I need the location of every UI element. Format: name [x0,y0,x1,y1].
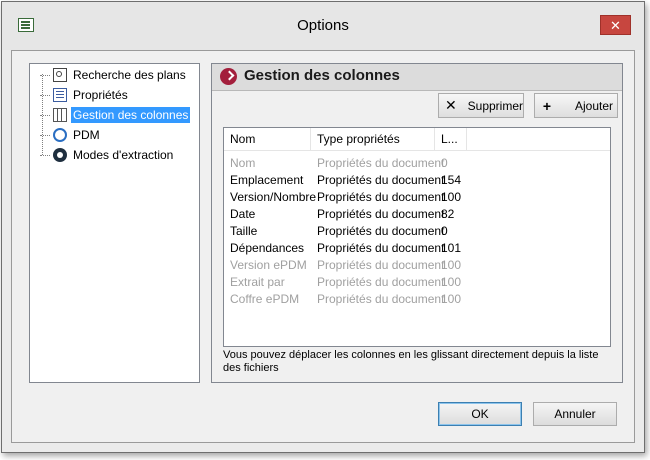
table-row[interactable]: Taille Propriétés du document 0 [224,223,610,240]
add-icon: + [542,97,552,114]
window-title: Options [297,17,349,34]
row-largeur: 101 [441,241,462,255]
pdm-icon [53,128,67,142]
row-nom: Coffre ePDM [230,292,300,306]
chevron-right-icon [220,68,237,85]
tree-item-proprietes[interactable]: Propriétés [40,86,130,104]
title-bar[interactable]: Options ✕ [2,2,644,50]
delete-column-button[interactable]: ✕ Supprimer [438,93,524,118]
tree-item-label: Recherche des plans [73,68,186,82]
row-nom: Taille [230,224,258,238]
row-type: Propriétés du document [317,241,445,255]
row-largeur: 100 [441,258,462,272]
delete-icon: ✕ [444,97,457,113]
row-largeur: 82 [441,207,455,221]
close-button[interactable]: ✕ [600,15,631,35]
dialog-client: Recherche des plans Propriétés Gestion d… [11,50,635,443]
row-type: Propriétés du document [317,207,445,221]
table-row[interactable]: Coffre ePDM Propriétés du document 100 [224,291,610,308]
row-largeur: 0 [441,224,448,238]
panel-title: Gestion des colonnes [244,67,400,84]
row-largeur: 100 [441,190,462,204]
column-header-type[interactable]: Type propriétés [311,128,435,150]
row-nom: Extrait par [230,275,285,289]
tree-item-gestion-des-colonnes[interactable]: Gestion des colonnes [40,106,191,124]
cancel-button[interactable]: Annuler [533,402,617,426]
tree-item-label: Modes d'extraction [73,148,174,162]
table-row[interactable]: Dépendances Propriétés du document 101 [224,240,610,257]
columns-icon [53,108,67,122]
tree-item-pdm[interactable]: PDM [40,126,102,144]
row-nom: Emplacement [230,173,304,187]
row-largeur: 0 [441,156,448,170]
row-largeur: 100 [441,275,462,289]
column-header-largeur[interactable]: L... [435,128,467,150]
row-nom: Nom [230,156,256,170]
tree-item-modes-extraction[interactable]: Modes d'extraction [40,146,175,164]
ok-button[interactable]: OK [438,402,522,426]
table-row[interactable]: Version ePDM Propriétés du document 100 [224,257,610,274]
row-type: Propriétés du document [317,292,445,306]
tree-item-label: Gestion des colonnes [71,107,191,123]
columns-list[interactable]: Nom Type propriétés L... Nom Propriétés d… [223,127,611,347]
search-plans-icon [53,68,67,82]
drag-hint-text: Vous pouvez déplacer les colonnes en les… [223,349,599,374]
add-column-button[interactable]: + Ajouter [534,93,618,118]
columns-panel: Gestion des colonnes ✕ Supprimer + Ajout… [211,63,623,383]
row-type: Propriétés du document [317,258,445,272]
row-type: Propriétés du document [317,173,445,187]
row-nom: Version/Nombre [230,190,317,204]
table-row[interactable]: Version/Nombre Propriétés du document 100 [224,189,610,206]
panel-header: Gestion des colonnes [212,64,622,91]
row-type: Propriétés du document [317,275,445,289]
row-nom: Date [230,207,256,221]
row-type: Propriétés du document [317,156,445,170]
row-type: Propriétés du document [317,224,445,238]
tree-item-label: Propriétés [73,88,128,102]
delete-button-label: Supprimer [467,98,523,113]
row-nom: Version ePDM [230,258,307,272]
properties-icon [53,88,67,102]
row-type: Propriétés du document [317,190,445,204]
tree-item-label: PDM [73,128,100,142]
table-row[interactable]: Date Propriétés du document 82 [224,206,610,223]
row-largeur: 100 [441,292,462,306]
add-button-label: Ajouter [575,98,614,113]
row-nom: Dépendances [230,241,305,255]
row-largeur: 154 [441,173,462,187]
column-header-nom[interactable]: Nom [224,128,311,150]
list-header: Nom Type propriétés L... [224,128,610,151]
tree-item-recherche-des-plans[interactable]: Recherche des plans [40,66,188,84]
table-row[interactable]: Nom Propriétés du document 0 [224,155,610,172]
options-tree[interactable]: Recherche des plans Propriétés Gestion d… [29,63,200,383]
gear-icon [53,148,67,162]
table-row[interactable]: Extrait par Propriétés du document 100 [224,274,610,291]
table-row[interactable]: Emplacement Propriétés du document 154 [224,172,610,189]
options-window: Options ✕ Recherche des plans Propriétés… [1,1,645,453]
